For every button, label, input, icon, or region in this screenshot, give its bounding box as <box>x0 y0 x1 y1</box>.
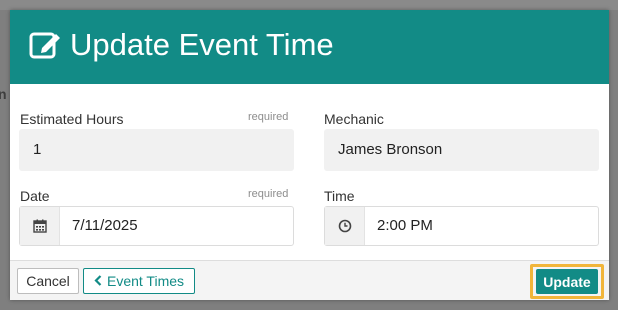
time-value[interactable]: 2:00 PM <box>377 207 433 245</box>
date-label: Date <box>20 188 50 204</box>
estimated-hours-field[interactable]: 1 <box>19 129 294 171</box>
estimated-hours-required-note: required <box>248 111 289 123</box>
chevron-left-icon <box>94 273 102 289</box>
event-times-button-label: Event Times <box>106 273 185 289</box>
cancel-button[interactable]: Cancel <box>17 268 79 294</box>
mechanic-field: James Bronson <box>324 129 599 171</box>
edit-icon <box>28 28 62 62</box>
modal-footer: Cancel Event Times Update <box>10 260 609 300</box>
date-required-note: required <box>248 188 289 200</box>
calendar-icon[interactable] <box>20 207 60 245</box>
background-page <box>0 0 618 10</box>
estimated-hours-label: Estimated Hours <box>20 111 124 127</box>
date-value[interactable]: 7/11/2025 <box>72 207 138 245</box>
date-input-group[interactable]: 7/11/2025 <box>19 206 294 246</box>
modal-header: Update Event Time <box>10 10 609 84</box>
update-button[interactable]: Update <box>536 269 598 294</box>
time-label: Time <box>324 188 355 204</box>
background-text-left: n <box>0 86 7 102</box>
time-input-group[interactable]: 2:00 PM <box>324 206 599 246</box>
event-times-button[interactable]: Event Times <box>83 268 195 294</box>
modal-title: Update Event Time <box>70 27 334 62</box>
mechanic-label: Mechanic <box>324 111 384 127</box>
clock-icon[interactable] <box>325 207 365 245</box>
update-event-time-modal: Update Event Time Estimated Hours requir… <box>10 10 609 300</box>
